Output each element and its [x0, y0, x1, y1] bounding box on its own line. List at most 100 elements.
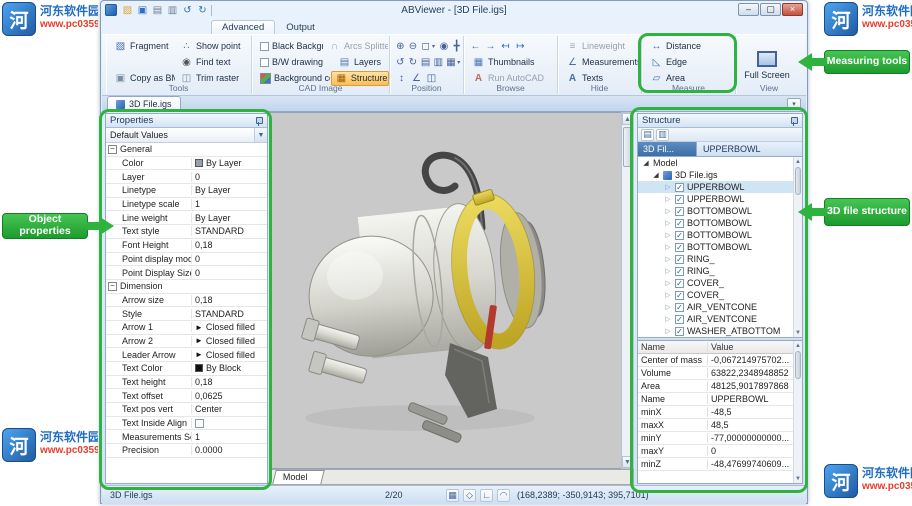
property-value[interactable]: 0: [192, 172, 267, 182]
property-value[interactable]: ► Closed filled: [192, 336, 267, 346]
property-row[interactable]: Arrow 1 ► Closed filled: [106, 321, 267, 335]
view-iso-icon-dropdown[interactable]: ▾: [457, 59, 463, 66]
scroll-down-icon[interactable]: ▼: [794, 474, 802, 483]
property-value[interactable]: 1: [192, 432, 267, 442]
tree-root-row[interactable]: ◢ Model: [638, 157, 802, 169]
property-row[interactable]: Text Color By Block: [106, 362, 267, 376]
scroll-up-icon[interactable]: ▲: [794, 157, 802, 166]
3d-model[interactable]: [293, 151, 552, 443]
structure-tab-file[interactable]: 3D Fil...: [638, 142, 696, 156]
tab-list-button[interactable]: ▾: [787, 98, 801, 110]
3d-model-canvas[interactable]: [270, 113, 621, 469]
pin-icon[interactable]: [253, 116, 263, 126]
scroll-down-icon[interactable]: ▼: [622, 456, 633, 468]
chevron-right-icon[interactable]: ▷: [664, 327, 672, 335]
checkbox[interactable]: ✓: [675, 242, 684, 252]
tab-output[interactable]: Output: [275, 20, 326, 34]
checkbox[interactable]: ✓: [675, 206, 684, 216]
snap-icon[interactable]: ◇: [463, 488, 476, 502]
preset-dropdown[interactable]: Default Values ▼: [106, 128, 267, 143]
tree-item[interactable]: ▷ ✓ AIR_VENTCONE: [638, 301, 802, 313]
maximize-button[interactable]: ▢: [760, 3, 781, 16]
show-point-button[interactable]: ∴ Show point: [176, 39, 245, 54]
checkbox[interactable]: ✓: [675, 254, 684, 264]
checkbox[interactable]: [195, 418, 204, 428]
scroll-down-icon[interactable]: ▼: [794, 328, 802, 337]
chevron-right-icon[interactable]: ▷: [664, 315, 672, 323]
find-text-button[interactable]: ◉ Find text: [176, 55, 235, 70]
tree-item[interactable]: ▷ ✓ UPPERBOWL: [638, 181, 802, 193]
document-tab[interactable]: 3D File.igs: [107, 96, 181, 111]
zoom-window-icon-dropdown[interactable]: ▾: [432, 43, 438, 50]
checkbox[interactable]: ✓: [675, 302, 684, 312]
collapse-icon[interactable]: −: [108, 144, 117, 154]
protractor-icon[interactable]: ◠: [497, 488, 510, 502]
property-row[interactable]: Text offset 0,0625: [106, 389, 267, 404]
grid-icon[interactable]: ▦: [446, 488, 459, 502]
property-row[interactable]: Precision 0.0000: [106, 444, 267, 458]
checkbox[interactable]: ✓: [675, 194, 684, 204]
property-value[interactable]: By Layer: [192, 158, 267, 168]
details-row[interactable]: maxY 0: [638, 445, 802, 458]
scrollbar-thumb[interactable]: [623, 127, 632, 167]
property-row[interactable]: Arrow 2 ► Closed filled: [106, 335, 267, 349]
tree-scrollbar[interactable]: ▲ ▼: [793, 157, 802, 337]
rotate-left-icon[interactable]: ↺: [394, 55, 407, 69]
details-row[interactable]: minY -77,00000000000...: [638, 432, 802, 445]
property-row[interactable]: Text style STANDARD: [106, 225, 267, 239]
tree-item[interactable]: ▷ ✓ RING_: [638, 253, 802, 265]
tree-item[interactable]: ▷ ✓ RING_: [638, 265, 802, 277]
view-front-icon[interactable]: ▥: [432, 55, 445, 69]
tree-item[interactable]: ▷ ✓ BOTTOMBOWL: [638, 217, 802, 229]
bw-drawing-box-icon[interactable]: [260, 57, 269, 67]
scroll-up-icon[interactable]: ▲: [794, 341, 802, 350]
model-sheet-tab[interactable]: Model: [272, 470, 325, 484]
tree-item[interactable]: ▷ ✓ COVER_: [638, 277, 802, 289]
property-value[interactable]: 0.0000: [192, 445, 267, 455]
details-row[interactable]: maxX 48,5: [638, 419, 802, 432]
arcs-splitted-button[interactable]: ∩ Arcs Splitted: [324, 39, 389, 54]
tree-item[interactable]: ▷ ✓ UPPERBOWL: [638, 193, 802, 205]
chevron-down-icon[interactable]: ▼: [254, 128, 267, 142]
collapse-all-icon[interactable]: ▤: [641, 128, 654, 141]
structure-panel-header[interactable]: Structure: [638, 114, 802, 128]
columns-view-icon[interactable]: ▥: [656, 128, 669, 141]
details-row[interactable]: Area 48125,9017897868: [638, 380, 802, 393]
view-iso-icon[interactable]: ▦: [445, 55, 458, 69]
property-row[interactable]: Font Height 0,18: [106, 239, 267, 253]
details-row[interactable]: Center of mass -0,067214975702...: [638, 354, 802, 367]
black-background-box-icon[interactable]: [260, 41, 269, 51]
tree-item[interactable]: ▷ ✓ WASHER_ATBOTTOM: [638, 325, 802, 337]
ortho-icon[interactable]: ∟: [480, 488, 493, 502]
expanded-icon[interactable]: ◢: [652, 171, 660, 179]
tree-item[interactable]: ▷ ✓ COVER_: [638, 289, 802, 301]
expanded-icon[interactable]: ◢: [642, 159, 650, 167]
chevron-right-icon[interactable]: ▷: [664, 207, 672, 215]
property-row[interactable]: Layer 0: [106, 170, 267, 185]
viewport-scrollbar[interactable]: ▲ ▼: [621, 112, 634, 469]
property-row[interactable]: Point Display Size 0: [106, 266, 267, 280]
chevron-right-icon[interactable]: ▷: [664, 255, 672, 263]
checkbox[interactable]: ✓: [675, 314, 684, 324]
property-row[interactable]: Text height 0,18: [106, 376, 267, 390]
property-value[interactable]: 0: [192, 254, 267, 264]
checkbox[interactable]: ✓: [675, 266, 684, 276]
property-row[interactable]: Color By Layer: [106, 157, 267, 171]
property-row[interactable]: Linetype scale 1: [106, 198, 267, 212]
tree-file-row[interactable]: ◢ 3D File.igs: [638, 169, 802, 181]
bw-drawing-checkbox[interactable]: B/W drawing: [256, 55, 334, 70]
layers-button[interactable]: ▤ Layers: [334, 55, 385, 70]
zoom-extents-icon[interactable]: ◉: [438, 39, 451, 53]
details-row[interactable]: minX -48,5: [638, 406, 802, 419]
checkbox[interactable]: ✓: [675, 182, 684, 192]
tree-item[interactable]: ▷ ✓ BOTTOMBOWL: [638, 241, 802, 253]
property-section-row[interactable]: − Dimension: [106, 280, 267, 294]
details-row[interactable]: minZ -48,47699740609...: [638, 458, 802, 471]
property-value[interactable]: 0: [192, 268, 267, 278]
fragment-button[interactable]: ▧ Fragment: [110, 39, 176, 54]
property-value[interactable]: By Layer: [192, 213, 267, 223]
chevron-right-icon[interactable]: ▷: [664, 267, 672, 275]
details-scrollbar[interactable]: ▲ ▼: [793, 341, 802, 483]
checkbox[interactable]: ✓: [675, 290, 684, 300]
pan-icon[interactable]: ╋: [450, 39, 463, 53]
